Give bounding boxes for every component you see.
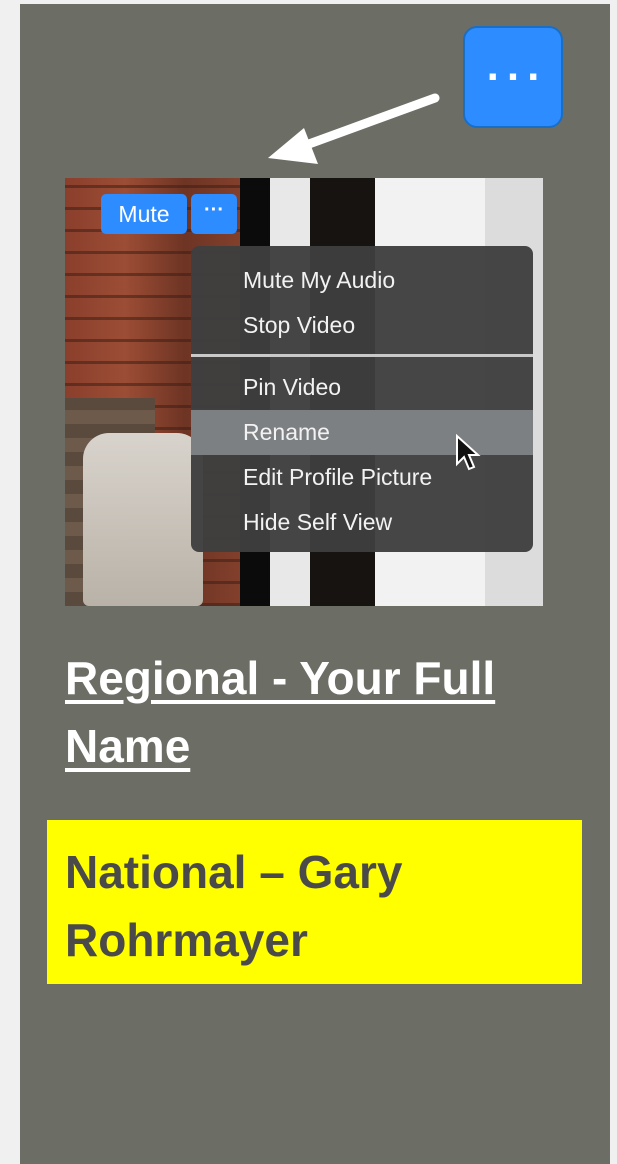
menu-item-mute-my-audio[interactable]: Mute My Audio bbox=[191, 258, 533, 303]
pointer-arrow-icon bbox=[268, 93, 440, 164]
regional-heading: Regional - Your Full Name bbox=[65, 644, 565, 780]
regional-heading-line1: Regional - Your Full bbox=[65, 652, 496, 704]
menu-item-edit-profile-picture[interactable]: Edit Profile Picture bbox=[191, 455, 533, 500]
menu-item-pin-video[interactable]: Pin Video bbox=[191, 365, 533, 410]
more-options-button[interactable]: ... bbox=[463, 26, 563, 128]
national-line2: Rohrmayer bbox=[65, 914, 308, 966]
armchair-image bbox=[83, 433, 203, 606]
slide: ... Mute ··· Mute My Audio Stop Video Pi… bbox=[20, 4, 610, 1164]
mute-button[interactable]: Mute bbox=[101, 194, 187, 234]
menu-divider bbox=[191, 354, 533, 357]
national-line1: National – Gary bbox=[65, 846, 403, 898]
national-text: National – Gary Rohrmayer bbox=[65, 838, 565, 974]
menu-item-rename[interactable]: Rename bbox=[191, 410, 533, 455]
video-context-menu: Mute My Audio Stop Video Pin Video Renam… bbox=[191, 246, 533, 552]
regional-heading-line2: Name bbox=[65, 720, 191, 772]
zoom-screenshot: Mute ··· Mute My Audio Stop Video Pin Vi… bbox=[65, 178, 543, 606]
menu-item-hide-self-view[interactable]: Hide Self View bbox=[191, 500, 533, 545]
menu-item-stop-video[interactable]: Stop Video bbox=[191, 303, 533, 348]
national-highlight-box: National – Gary Rohrmayer bbox=[47, 820, 582, 984]
mouse-cursor-icon bbox=[456, 434, 481, 471]
more-options-label: ... bbox=[486, 41, 548, 90]
video-options-button[interactable]: ··· bbox=[191, 194, 237, 234]
